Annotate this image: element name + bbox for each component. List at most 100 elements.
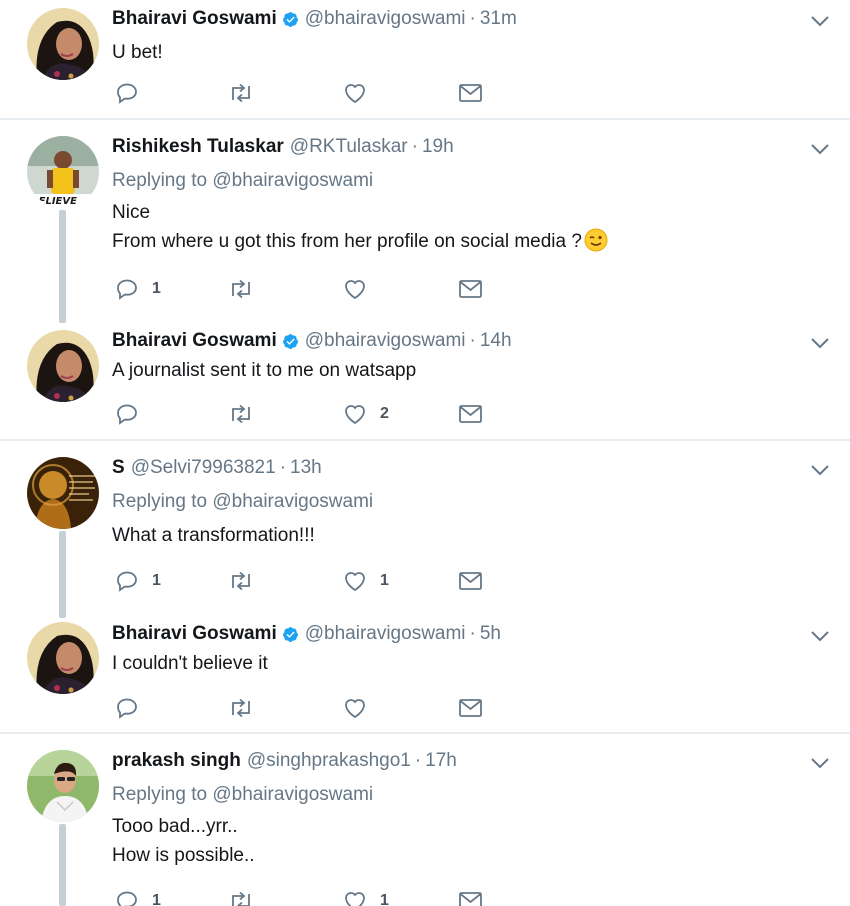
tweet-actions: 2: [115, 399, 515, 429]
envelope-icon: [459, 699, 482, 717]
tweet-text: Tooo bad...yrr.. How is possible..: [112, 812, 830, 870]
heart-icon: [345, 84, 365, 104]
direct-message-button[interactable]: [458, 886, 484, 906]
display-name[interactable]: Bhairavi Goswami: [112, 6, 277, 32]
avatar-bhairavi[interactable]: [27, 622, 99, 694]
timestamp[interactable]: 17h: [425, 748, 457, 774]
tweet-divider: [0, 732, 850, 734]
tweet-text: I couldn't believe it: [112, 649, 830, 678]
tweet-content: prakash singh @singhprakashgo1 · 17h Rep…: [112, 748, 830, 870]
tweet-actions: 1: [115, 274, 515, 304]
replying-to-mention[interactable]: @bhairavigoswami: [212, 784, 373, 805]
reply-button[interactable]: 1: [115, 274, 161, 304]
tweet-text-line: What a transformation!!!: [112, 525, 315, 546]
avatar-bhairavi[interactable]: [27, 8, 99, 80]
avatar-image: [27, 622, 99, 694]
reply-button[interactable]: [115, 78, 152, 108]
separator-dot: ·: [414, 750, 422, 771]
tweet-header: Bhairavi Goswami @bhairavigoswami · 14h: [112, 328, 830, 354]
like-button[interactable]: 1: [343, 886, 389, 906]
tweet-text: Nice From where u got this from her prof…: [112, 198, 830, 256]
user-handle[interactable]: @singhprakashgo1: [247, 748, 411, 774]
avatar-image: [27, 8, 99, 80]
tweet-actions: [115, 78, 515, 108]
chevron-down-icon[interactable]: [810, 336, 830, 350]
display-name[interactable]: Rishikesh Tulaskar: [112, 134, 284, 160]
user-handle[interactable]: @RKTulaskar: [290, 134, 408, 160]
retweet-button[interactable]: [228, 399, 254, 429]
tweet-text-line-wrap: From where u got this from her profile o…: [112, 227, 830, 256]
like-button[interactable]: [343, 693, 380, 723]
like-button[interactable]: 1: [343, 566, 389, 596]
avatar-selvi[interactable]: [27, 457, 99, 529]
display-name[interactable]: Bhairavi Goswami: [112, 621, 277, 647]
reply-icon: [117, 404, 137, 425]
direct-message-button[interactable]: [458, 566, 484, 596]
reply-icon: [117, 279, 137, 300]
like-button[interactable]: [343, 274, 380, 304]
thread-connector: [59, 824, 66, 906]
tweet-header: Bhairavi Goswami @bhairavigoswami · 31m: [112, 6, 830, 32]
user-handle[interactable]: @bhairavigoswami: [305, 6, 466, 32]
separator-dot: ·: [469, 623, 476, 644]
replying-to: Replying to @bhairavigoswami: [112, 489, 830, 515]
avatar-image: [27, 330, 99, 402]
tweet-divider: [0, 439, 850, 441]
chevron-down-icon[interactable]: [810, 142, 830, 156]
like-button[interactable]: 2: [343, 399, 389, 429]
heart-icon: [345, 405, 365, 425]
chevron-down-icon[interactable]: [810, 463, 830, 477]
reply-count: 1: [152, 892, 161, 906]
timestamp[interactable]: 5h: [480, 621, 501, 647]
tweet-header: prakash singh @singhprakashgo1 · 17h: [112, 748, 830, 774]
tweet-content: Rishikesh Tulaskar @RKTulaskar · 19h Rep…: [112, 134, 830, 256]
retweet-button[interactable]: [228, 274, 254, 304]
reply-count: 1: [152, 280, 161, 297]
user-handle[interactable]: @bhairavigoswami: [305, 328, 466, 354]
like-count: 1: [380, 572, 389, 589]
display-name[interactable]: prakash singh: [112, 748, 241, 774]
direct-message-button[interactable]: [458, 78, 484, 108]
replying-to-mention[interactable]: @bhairavigoswami: [212, 491, 373, 512]
reply-button[interactable]: 1: [115, 566, 161, 596]
envelope-icon: [459, 84, 482, 102]
replying-to-mention[interactable]: @bhairavigoswami: [212, 170, 373, 191]
chevron-down-icon[interactable]: [810, 756, 830, 770]
svg-text:BELIEVE: BELIEVE: [31, 196, 77, 207]
chevron-down-icon[interactable]: [810, 14, 830, 28]
user-handle[interactable]: @Selvi79963821: [131, 455, 276, 481]
reply-button[interactable]: 1: [115, 886, 161, 906]
retweet-button[interactable]: [228, 693, 254, 723]
timestamp[interactable]: 31m: [480, 6, 517, 32]
reply-button[interactable]: [115, 399, 152, 429]
heart-icon: [345, 572, 365, 592]
direct-message-button[interactable]: [458, 274, 484, 304]
display-name[interactable]: Bhairavi Goswami: [112, 328, 277, 354]
thread-connector: [59, 210, 66, 323]
reply-button[interactable]: [115, 693, 152, 723]
tweet-text-line: How is possible..: [112, 845, 255, 866]
chevron-down-icon[interactable]: [810, 629, 830, 643]
avatar-bhairavi[interactable]: [27, 330, 99, 402]
display-name[interactable]: S: [112, 455, 125, 481]
timestamp[interactable]: 14h: [480, 328, 512, 354]
timestamp[interactable]: 19h: [422, 134, 454, 160]
direct-message-button[interactable]: [458, 399, 484, 429]
tweet-header: Rishikesh Tulaskar @RKTulaskar · 19h: [112, 134, 830, 160]
user-handle[interactable]: @bhairavigoswami: [305, 621, 466, 647]
timestamp[interactable]: 13h: [290, 455, 322, 481]
direct-message-button[interactable]: [458, 693, 484, 723]
avatar-rishikesh[interactable]: BELIEVE: [27, 136, 99, 208]
reply-icon: [117, 571, 137, 592]
retweet-button[interactable]: [228, 886, 254, 906]
avatar-prakash[interactable]: [27, 750, 99, 822]
like-button[interactable]: [343, 78, 380, 108]
reply-count: 1: [152, 572, 161, 589]
avatar-image: [27, 750, 99, 822]
verified-badge-icon: [282, 333, 298, 349]
heart-icon: [345, 892, 365, 906]
retweet-button[interactable]: [228, 78, 254, 108]
retweet-button[interactable]: [228, 566, 254, 596]
tweet-text-line: Tooo bad...yrr..: [112, 816, 238, 837]
reply-icon: [117, 891, 137, 906]
